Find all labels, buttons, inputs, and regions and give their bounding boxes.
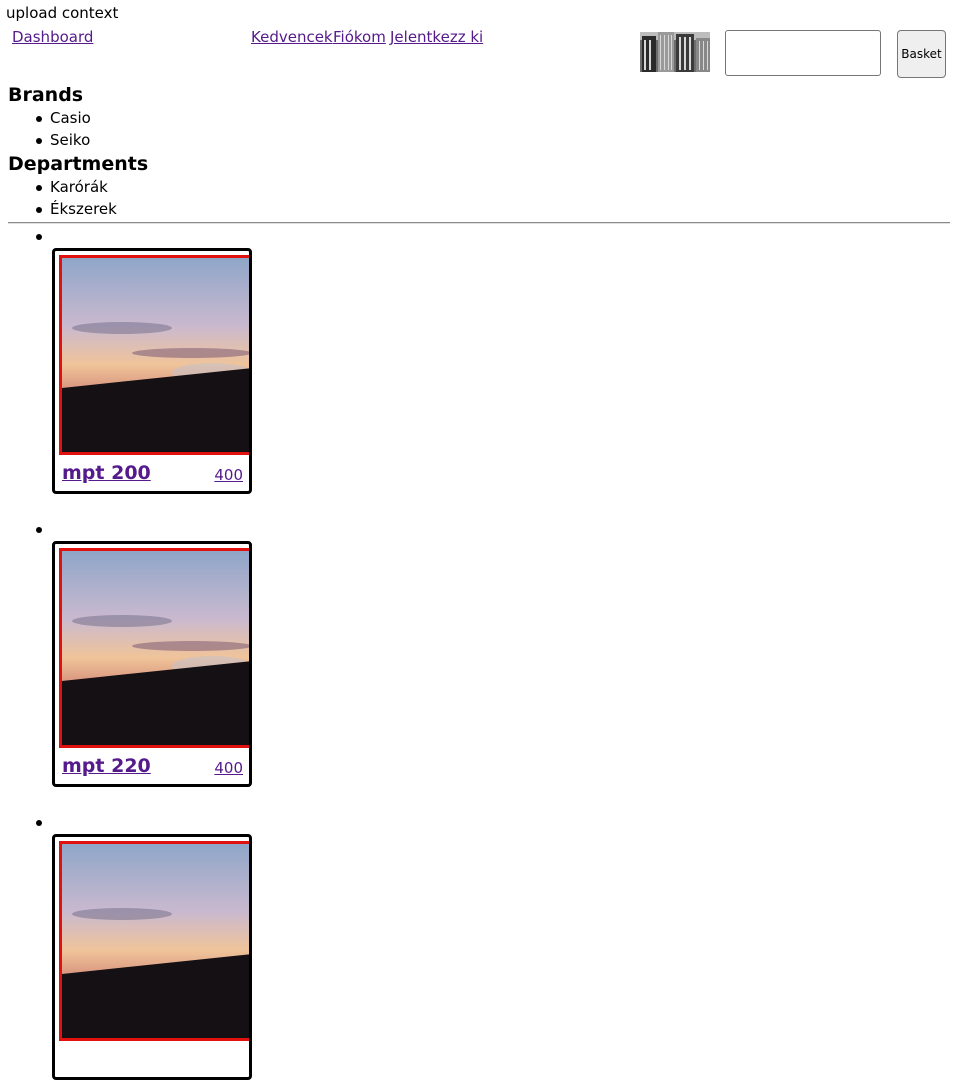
product-card[interactable]: mpt 220 400 xyxy=(52,541,252,787)
brand-item-casio[interactable]: Casio xyxy=(50,109,91,127)
departments-heading: Departments xyxy=(8,153,149,175)
product-price-link[interactable]: 400 xyxy=(214,759,243,777)
list-bullet xyxy=(36,234,42,240)
product-image[interactable] xyxy=(59,841,249,1041)
search-input[interactable] xyxy=(725,30,881,76)
product-price-link[interactable]: 400 xyxy=(214,466,243,484)
department-item-jewelry[interactable]: Ékszerek xyxy=(50,200,117,218)
building-thumbnail-image xyxy=(640,32,710,72)
favorites-link[interactable]: Kedvencek xyxy=(251,28,333,46)
product-image[interactable] xyxy=(59,255,249,455)
list-bullet xyxy=(36,820,42,826)
product-card[interactable] xyxy=(52,834,252,1080)
product-card[interactable]: mpt 200 400 xyxy=(52,248,252,494)
divider xyxy=(8,222,950,224)
department-item-watches[interactable]: Karórák xyxy=(50,178,108,196)
logout-link[interactable]: Jelentkezz ki xyxy=(390,28,483,46)
basket-button[interactable]: Basket xyxy=(897,30,946,78)
list-bullet xyxy=(36,116,42,122)
list-bullet xyxy=(36,527,42,533)
account-link[interactable]: Fiókom xyxy=(333,28,386,46)
list-bullet xyxy=(36,185,42,191)
product-name-link[interactable]: mpt 200 xyxy=(62,462,151,484)
product-image[interactable] xyxy=(59,548,249,748)
list-bullet xyxy=(36,207,42,213)
list-bullet xyxy=(36,138,42,144)
brand-item-seiko[interactable]: Seiko xyxy=(50,131,90,149)
brands-heading: Brands xyxy=(8,84,84,106)
product-name-link[interactable]: mpt 220 xyxy=(62,755,151,777)
upload-context-text: upload context xyxy=(6,4,119,22)
dashboard-link[interactable]: Dashboard xyxy=(12,28,93,46)
